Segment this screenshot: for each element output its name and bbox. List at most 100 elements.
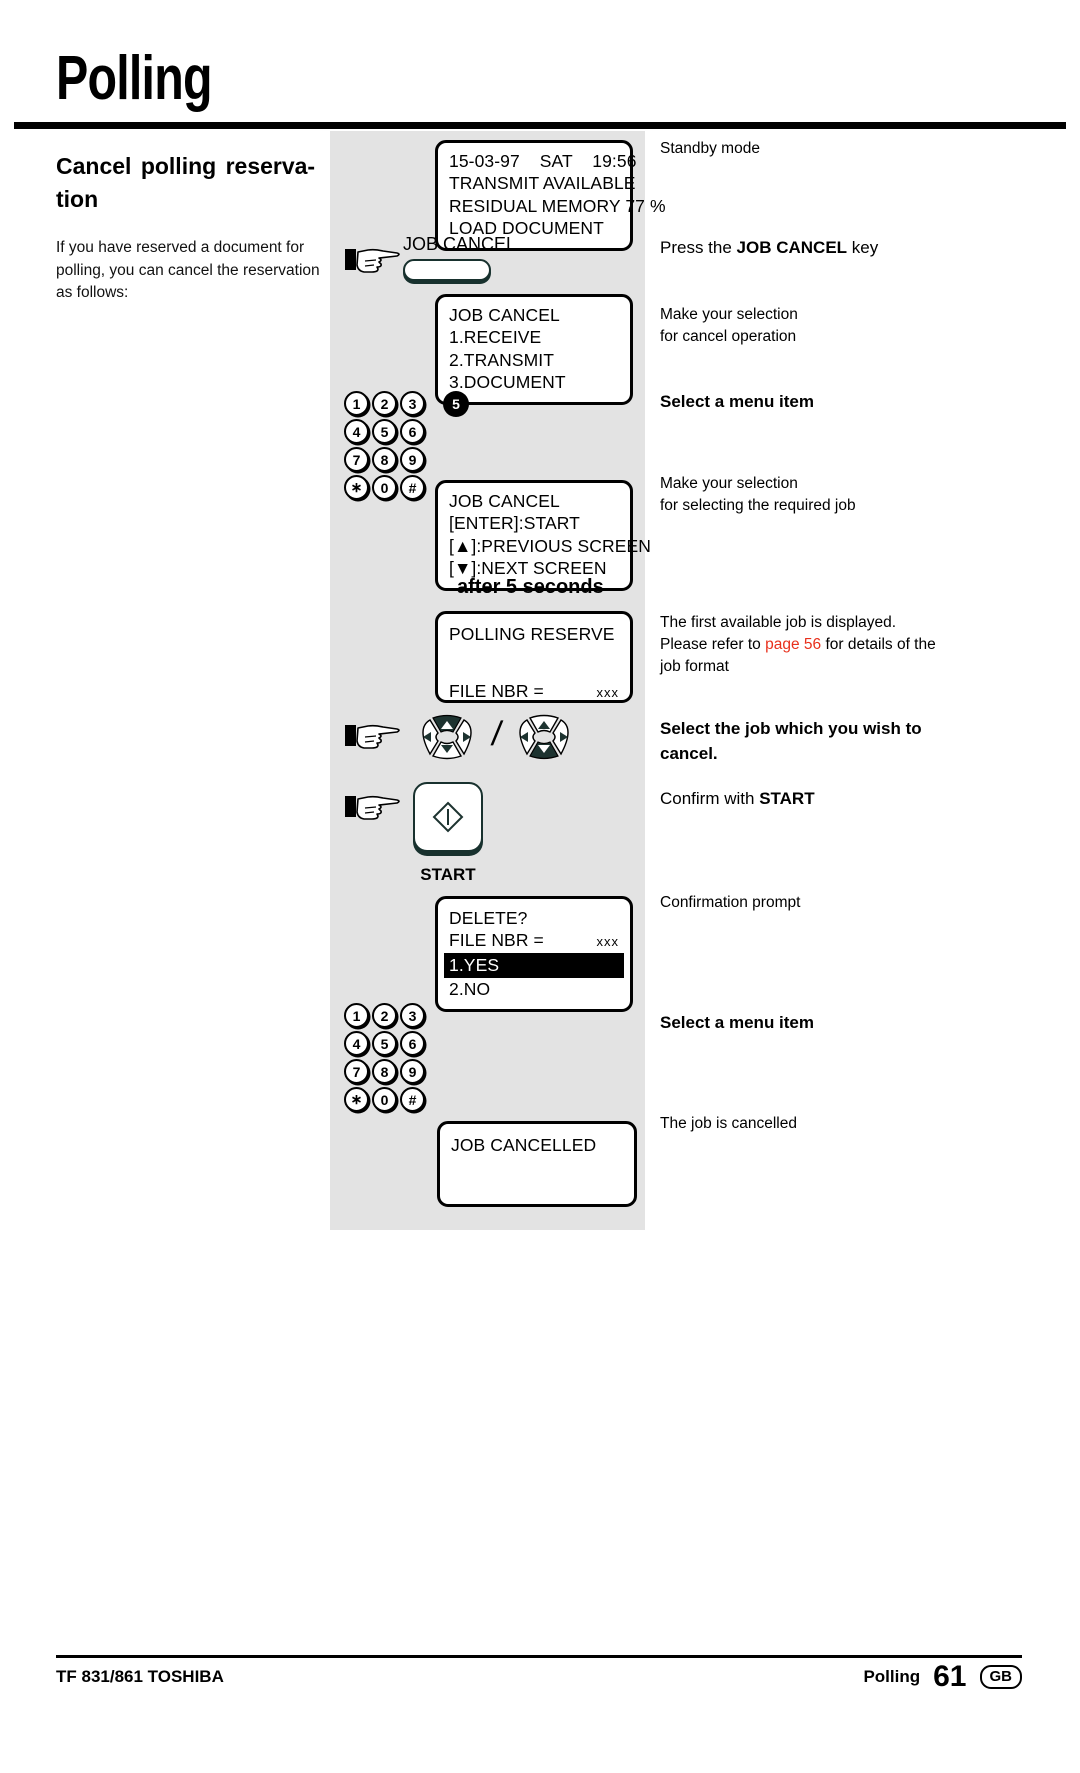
keypad-key[interactable]: 3	[400, 391, 425, 416]
footer-chapter: Polling	[863, 1667, 921, 1686]
keypad-key[interactable]: 5	[372, 419, 397, 444]
keypad-key-hash[interactable]: #	[400, 1087, 425, 1112]
lcd-job-cancelled: JOB CANCELLED	[437, 1121, 637, 1207]
pointing-hand-icon	[345, 790, 401, 822]
annotation-select-menu-item-1: Select a menu item	[660, 392, 815, 411]
keypad-key[interactable]: 9	[400, 447, 425, 472]
job-cancel-key[interactable]	[403, 259, 491, 281]
footer-page-number: 61	[933, 1660, 967, 1693]
highlight-key-label: 5	[443, 391, 469, 417]
annotation-line-3: job format	[660, 658, 729, 675]
keypad-key[interactable]: 1	[344, 1003, 369, 1028]
start-key-label: START	[420, 865, 476, 884]
keypad-key[interactable]: 2	[372, 1003, 397, 1028]
annotation-press-job-cancel: Press the JOB CANCEL key	[660, 236, 960, 261]
lcd-line: 15-03-97 SAT 19:56	[449, 151, 637, 171]
delete-option-yes[interactable]: 1.YES	[444, 952, 624, 979]
lcd-file-number-row: FILE NBR = xxx	[449, 929, 619, 951]
annotation-key-name: START	[759, 789, 815, 808]
keypad-row: 7 8 9	[344, 447, 425, 472]
keypad-key[interactable]: 0	[372, 1087, 397, 1112]
pointing-hand-icon	[345, 719, 401, 751]
manual-page: Polling Cancel polling reserva-tion If y…	[0, 0, 1080, 1773]
job-cancel-key-label: JOB CANCEL	[403, 234, 517, 254]
highlight-key-5: 5	[443, 391, 469, 417]
navigation-pad-up[interactable]	[409, 713, 485, 761]
footer-region-badge: GB	[979, 1665, 1022, 1689]
footer-model: TF 831/861 TOSHIBA	[56, 1667, 224, 1686]
job-cancel-key-group[interactable]: JOB CANCEL	[403, 234, 516, 281]
lcd-line: RESIDUAL MEMORY 77 %	[449, 195, 666, 216]
delete-option-no[interactable]: 2.NO	[449, 978, 619, 1000]
left-column: Cancel polling reserva-tion If you have …	[56, 150, 324, 305]
pointing-hand-icon	[345, 243, 401, 275]
keypad-key[interactable]: 3	[400, 1003, 425, 1028]
keypad-key[interactable]: 8	[372, 1059, 397, 1084]
annotation-confirmation-prompt: Confirmation prompt	[660, 894, 801, 911]
keypad-key[interactable]: 4	[344, 1031, 369, 1056]
keypad-key[interactable]: 4	[344, 419, 369, 444]
section-body-text: If you have reserved a document for poll…	[56, 239, 320, 302]
keypad-key[interactable]: 6	[400, 419, 425, 444]
annotation-make-selection-cancel: Make your selection for cancel operation	[660, 306, 798, 345]
annotation-make-selection-job: Make your selection for selecting the re…	[660, 475, 856, 514]
keypad-row: ∗ 0 #	[344, 475, 425, 500]
keypad-key-star[interactable]: ∗	[344, 1087, 369, 1112]
keypad-key[interactable]: 0	[372, 475, 397, 500]
keypad-key[interactable]: 7	[344, 447, 369, 472]
lcd-line: [ENTER]:START	[449, 513, 580, 534]
navigation-pad-down[interactable]	[506, 713, 582, 761]
footer-divider	[56, 1655, 1022, 1658]
keypad-key[interactable]: 6	[400, 1031, 425, 1056]
file-number-label: FILE NBR =	[449, 930, 544, 951]
lcd-line: JOB CANCELLED	[451, 1135, 597, 1155]
lcd-file-number-row: FILE NBR = xxx	[449, 680, 619, 702]
lcd-polling-reserve: POLLING RESERVE FILE NBR = xxx	[435, 611, 633, 703]
annotation-select-menu-item-2: Select a menu item	[660, 1013, 815, 1032]
lcd-delete-confirmation: DELETE? FILE NBR = xxx 1.YES 2.NO	[435, 896, 633, 1012]
annotation-job-is-cancelled: The job is cancelled	[660, 1115, 797, 1132]
lcd-line: [▲]:PREVIOUS SCREEN	[449, 535, 652, 556]
file-number-value: xxx	[596, 685, 619, 701]
page-reference-link[interactable]: page 56	[765, 636, 821, 653]
start-key[interactable]	[413, 782, 483, 852]
annotation-text-post: key	[847, 238, 879, 257]
keypad-row: 4 5 6	[344, 1031, 425, 1056]
file-number-label: FILE NBR =	[449, 681, 544, 702]
lcd-line: TRANSMIT AVAILABLE	[449, 173, 636, 194]
keypad-row: 1 2 3	[344, 1003, 425, 1028]
annotation-key-name: JOB CANCEL	[736, 238, 848, 257]
file-number-value: xxx	[596, 934, 619, 950]
lcd-line: 1.RECEIVE	[449, 327, 542, 348]
section-heading: Cancel polling reserva-tion	[56, 153, 316, 212]
lcd-line: JOB CANCEL	[449, 491, 560, 511]
annotation-confirm-start: Confirm with START	[660, 787, 960, 812]
keypad-key[interactable]: 7	[344, 1059, 369, 1084]
keypad-row: 1 2 3	[344, 391, 425, 416]
annotation-line-2-pre: Please refer to	[660, 636, 766, 653]
keypad-key-hash[interactable]: #	[400, 475, 425, 500]
lcd-line: POLLING RESERVE	[449, 624, 615, 644]
keypad-key[interactable]: 1	[344, 391, 369, 416]
numeric-keypad[interactable]: 1 2 3 4 5 6 7 8 9 ∗ 0 #	[344, 391, 425, 503]
keypad-key[interactable]: 8	[372, 447, 397, 472]
keypad-key[interactable]: 9	[400, 1059, 425, 1084]
keypad-key[interactable]: 2	[372, 391, 397, 416]
annotation-first-available-job: The first available job is displayed. Pl…	[660, 612, 960, 678]
lcd-job-cancel-navigation: JOB CANCEL [ENTER]:START [▲]:PREVIOUS SC…	[435, 480, 652, 591]
lcd-line: 3.DOCUMENT	[449, 372, 566, 393]
keypad-key-star[interactable]: ∗	[344, 475, 369, 500]
lcd-line: DELETE?	[449, 908, 528, 928]
numeric-keypad[interactable]: 1 2 3 4 5 6 7 8 9 ∗ 0 #	[344, 1003, 425, 1115]
page-title: Polling	[56, 44, 213, 113]
annotation-select-job: Select the job which you wish to cancel.	[660, 719, 922, 763]
footer-right-group: Polling 61 GB	[863, 1660, 1022, 1694]
title-divider	[14, 122, 1066, 129]
annotation-line-1: The first available job is displayed.	[660, 614, 897, 631]
start-key-group[interactable]: START	[413, 782, 483, 885]
annotation-text-pre: Press the	[660, 238, 737, 257]
keypad-key[interactable]: 5	[372, 1031, 397, 1056]
keypad-row: 7 8 9	[344, 1059, 425, 1084]
annotation-standby-mode: Standby mode	[660, 140, 760, 157]
keypad-row: 4 5 6	[344, 419, 425, 444]
